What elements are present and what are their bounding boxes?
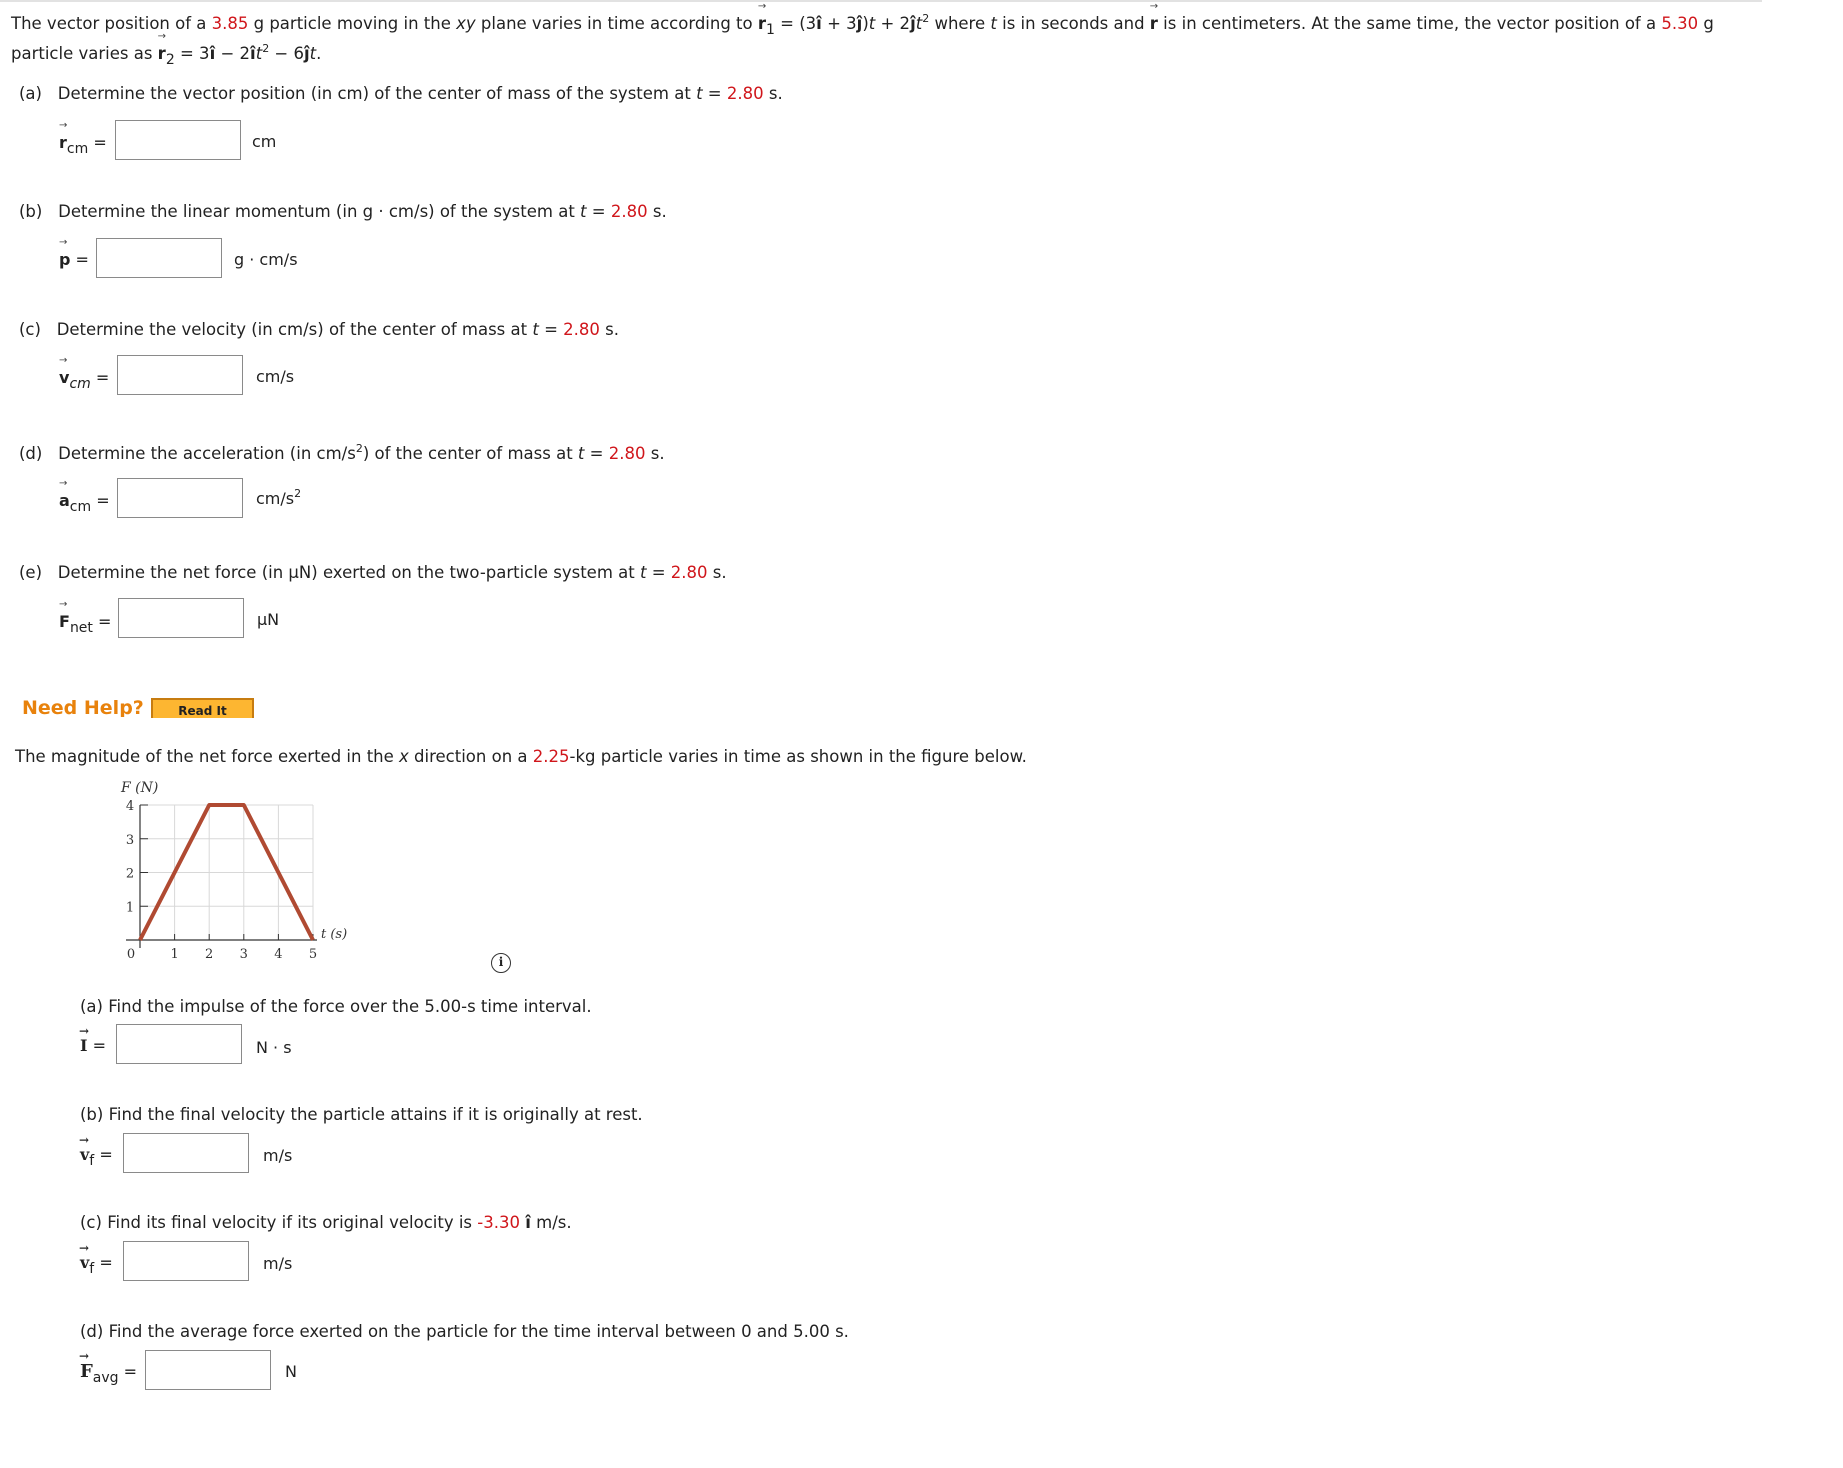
x-axis-label: t (s)	[321, 927, 347, 942]
part-d-question: (d) Determine the acceleration (in cm/s2…	[19, 442, 665, 463]
p-label: p =	[59, 237, 89, 269]
top-divider	[0, 0, 1762, 2]
p2-part-a-question: (a) Find the impulse of the force over t…	[80, 997, 592, 1016]
x-tick-label: 0	[127, 947, 135, 962]
rcm-label: rcm =	[59, 120, 107, 157]
problem2-intro: The magnitude of the net force exerted i…	[15, 747, 1027, 766]
p-unit: g · cm/s	[234, 250, 298, 269]
x-tick-label: 3	[240, 947, 248, 962]
p2-part-b-question: (b) Find the final velocity the particle…	[80, 1105, 643, 1124]
impulse-unit: N · s	[256, 1038, 292, 1057]
y-tick-label: 2	[126, 867, 134, 882]
part-c-question: (c) Determine the velocity (in cm/s) of …	[19, 320, 619, 339]
part-e-question: (e) Determine the net force (in μN) exer…	[19, 563, 727, 582]
p2-part-c-question: (c) Find its final velocity if its origi…	[80, 1213, 572, 1232]
p2-part-d-question: (d) Find the average force exerted on th…	[80, 1322, 849, 1341]
need-help-label: Need Help?	[22, 697, 144, 717]
read-it-button[interactable]: Read It	[151, 698, 254, 718]
favg-label: Favg =	[79, 1349, 137, 1386]
info-icon[interactable]: i	[491, 953, 511, 973]
mass2-value: 5.30	[1661, 14, 1699, 33]
vf-label-c: vf =	[79, 1241, 113, 1277]
r1-vector: r	[758, 1, 767, 33]
impulse-label: I =	[79, 1024, 106, 1055]
x-tick-label: 2	[205, 947, 213, 962]
r2-vector: r	[158, 31, 167, 63]
impulse-input[interactable]	[116, 1024, 242, 1064]
y-tick-label: 1	[126, 900, 134, 915]
vf-input-b[interactable]	[123, 1133, 249, 1173]
vf-unit-c: m/s	[263, 1254, 293, 1273]
p-input[interactable]	[96, 238, 222, 278]
x-tick-label: 5	[309, 947, 317, 962]
force-time-chart: 0 1 2 3 4 5 1 2 3 4 F (N) t (s)	[120, 780, 347, 962]
x-tick-label: 4	[274, 947, 282, 962]
vcm-label: vcm =	[59, 355, 109, 392]
problem1-intro-line1: The vector position of a 3.85 g particle…	[11, 1, 1714, 38]
mass1-value: 3.85	[211, 14, 249, 33]
favg-input[interactable]	[145, 1350, 271, 1390]
acm-label: acm =	[59, 478, 110, 515]
vf-unit-b: m/s	[263, 1146, 293, 1165]
x-tick-label: 1	[170, 947, 178, 962]
fnet-unit: μN	[257, 610, 280, 629]
y-axis-label: F (N)	[120, 780, 158, 796]
r-vector: r	[1150, 1, 1159, 33]
y-tick-label: 3	[126, 833, 134, 848]
y-tick-label: 4	[126, 799, 134, 814]
mass-value: 2.25	[532, 747, 570, 766]
fnet-input[interactable]	[118, 598, 244, 638]
vcm-input[interactable]	[117, 355, 243, 395]
vf-label-b: vf =	[79, 1133, 113, 1169]
rcm-unit: cm	[252, 132, 277, 151]
rcm-input[interactable]	[115, 120, 241, 160]
fnet-label: Fnet =	[59, 599, 111, 636]
vf-input-c[interactable]	[123, 1241, 249, 1281]
acm-input[interactable]	[117, 478, 243, 518]
problem1-intro-line2: particle varies as r2 = 3î − 2ît2 − 6ĵt.	[11, 31, 321, 68]
acm-unit: cm/s2	[256, 487, 302, 508]
vcm-unit: cm/s	[256, 367, 295, 386]
favg-unit: N	[285, 1362, 297, 1381]
part-a-question: (a) Determine the vector position (in cm…	[19, 84, 783, 103]
part-b-question: (b) Determine the linear momentum (in g …	[19, 202, 667, 221]
initial-velocity-value: -3.30	[477, 1213, 520, 1232]
